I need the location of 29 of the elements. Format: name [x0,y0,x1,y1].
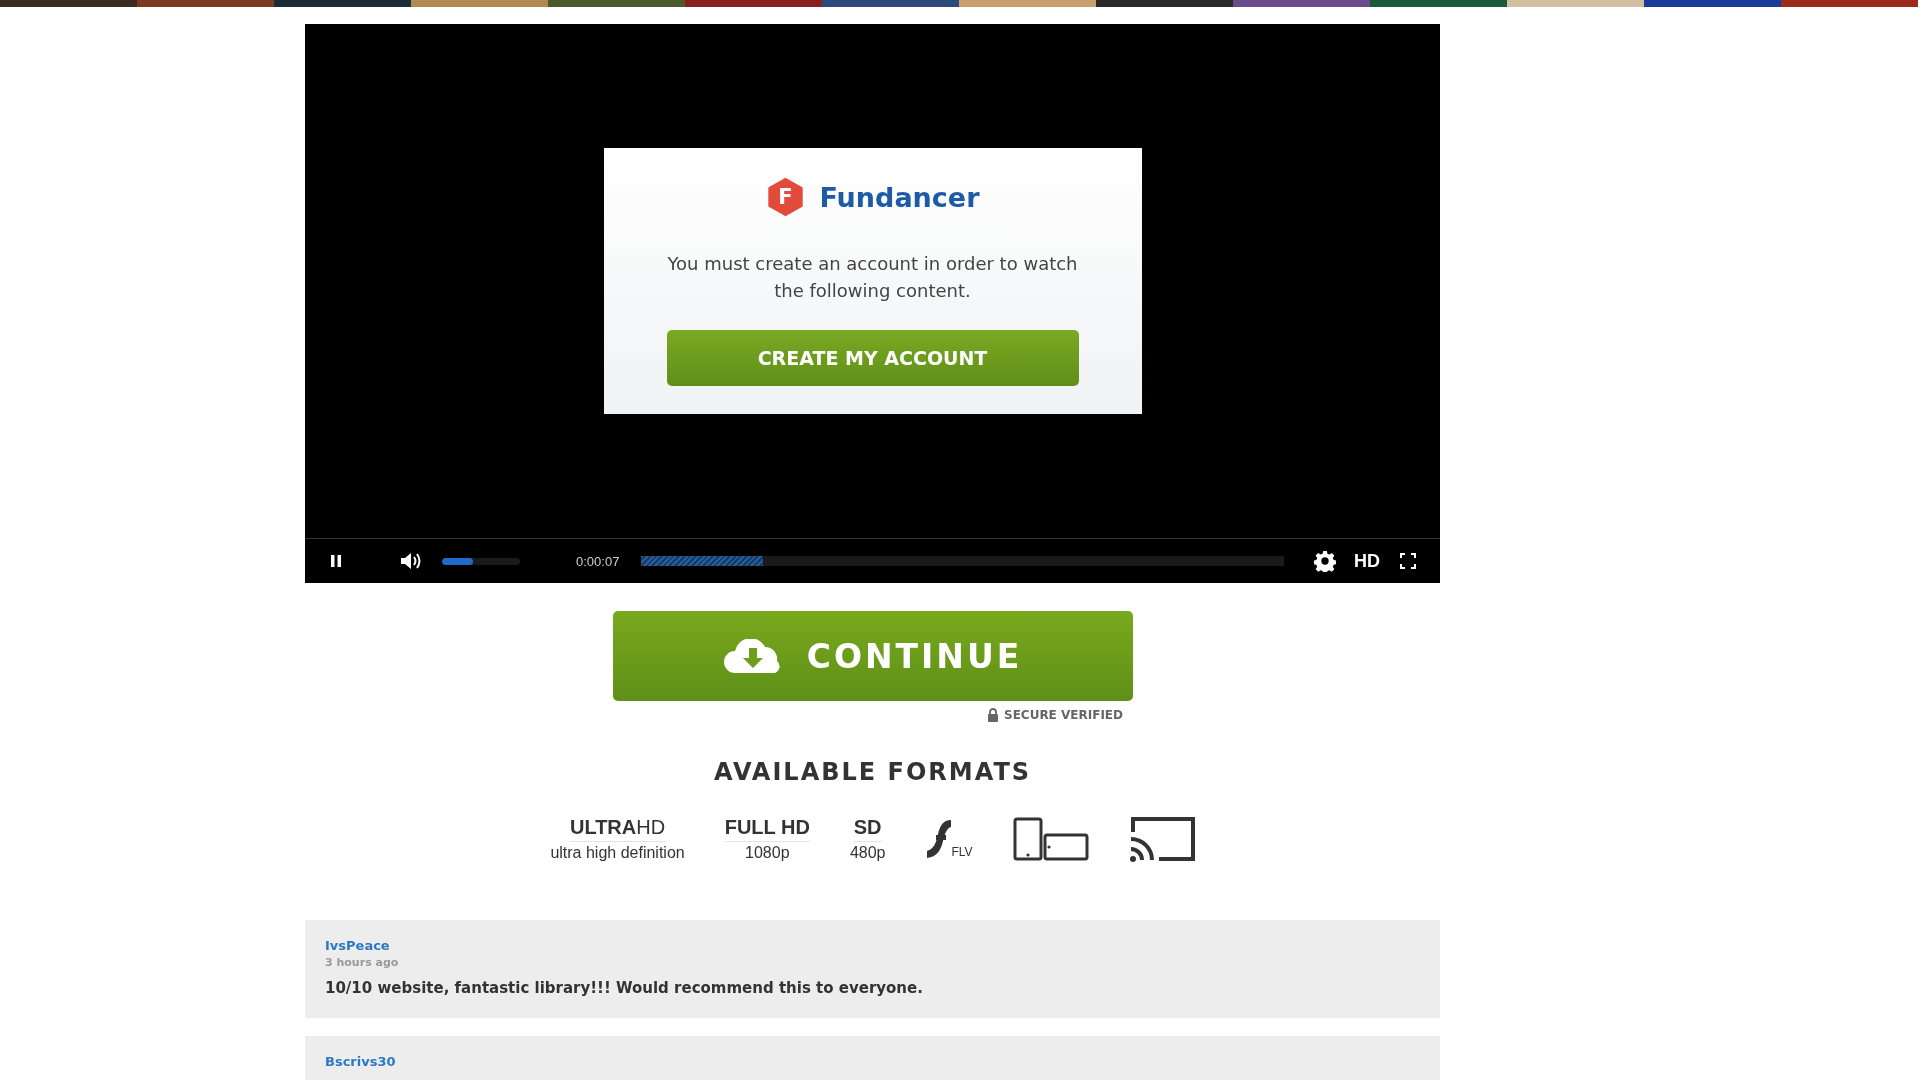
format-name: FULL HD [724,816,810,842]
pause-icon[interactable] [330,554,342,568]
time-display: 0:00:07 [576,553,620,569]
author-link[interactable]: IvsPeace [325,938,1420,953]
section-title: AVAILABLE FORMATS [712,758,1033,786]
lock-icon [987,708,999,722]
volume-slider[interactable] [442,557,520,565]
secure-label: SECURE VERIFIED [1004,708,1123,722]
create-account-button[interactable]: CREATE MY ACCOUNT [666,330,1079,386]
cloud-download-icon [722,639,783,673]
format-name: ULTRAHD [569,816,666,842]
settings-icon[interactable] [1314,550,1336,572]
format-label: FLV [951,845,973,859]
format-name: SD [853,816,882,842]
quality-button[interactable]: HD [1354,550,1380,572]
format-detail: ultra high definition [550,844,685,862]
devices-icon [1012,817,1089,861]
author-link[interactable]: Bscrivs30 [325,1054,1420,1069]
volume-icon[interactable] [400,552,422,570]
seek-bar[interactable] [641,556,1284,566]
format-detail: 1080p [745,844,790,862]
brand-name: Fundancer [819,181,980,213]
dialog-message: You must create an account in order to watch the following content. [666,252,1079,303]
continue-button[interactable]: CONTINUE [612,611,1133,701]
cast-icon [1128,816,1195,862]
comment-text: 10/10 website, fantastic library!!! Would recommend this to everyone. [325,979,924,997]
comment-time: 3 hours ago [325,956,400,969]
format-detail: 480p [849,844,886,862]
fullscreen-icon[interactable] [1400,553,1416,569]
